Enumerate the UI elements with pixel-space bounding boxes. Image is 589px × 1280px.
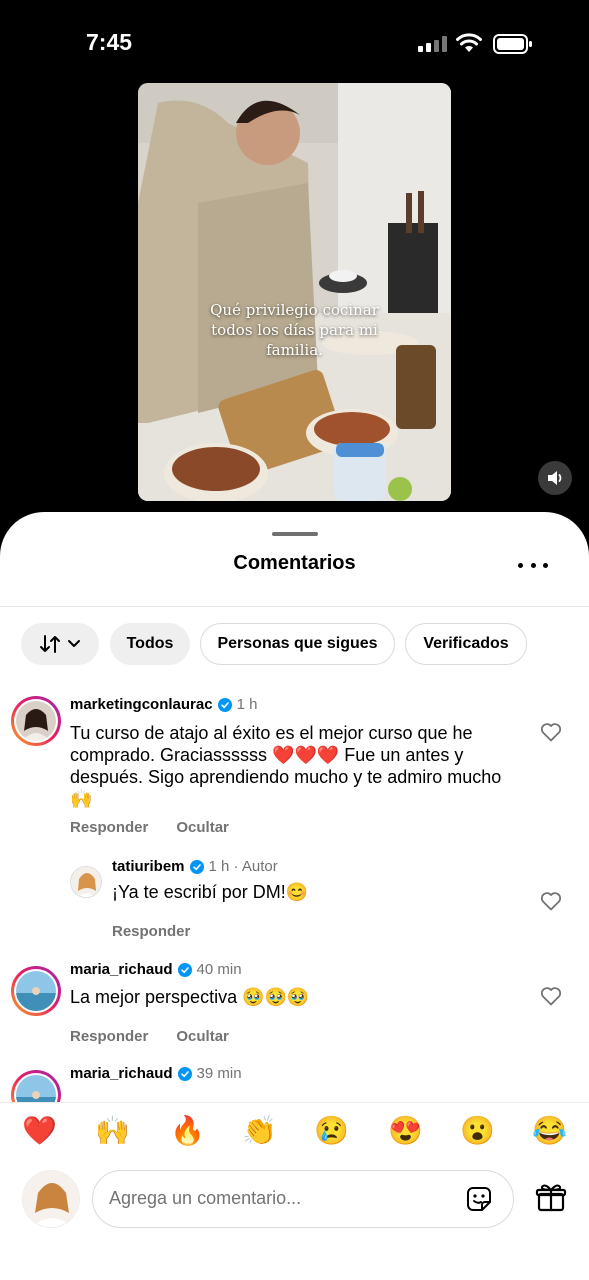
battery-icon (493, 34, 532, 54)
comment-item: maria_richaud 39 min (0, 1065, 589, 1102)
reply-button[interactable]: Responder (70, 819, 148, 836)
comment-reply-item: tatiuribem 1 h · Autor ¡Ya te escribí po… (0, 858, 589, 962)
chevron-down-icon (68, 640, 80, 647)
emoji-reaction-bar: ❤️ 🙌 🔥 👏 😢 😍 😮 😂 (0, 1102, 589, 1152)
comments-sheet: Comentarios Todos Personas que sigues Ve… (0, 512, 589, 1280)
sort-button[interactable] (21, 623, 99, 665)
verified-badge-icon (189, 859, 204, 874)
status-bar: 7:45 (0, 0, 589, 84)
more-options-button[interactable] (518, 554, 548, 576)
comment-item: marketingconlaurac 1 h Tu curso de atajo… (0, 692, 589, 862)
comment-input-container (92, 1170, 514, 1228)
comments-list: marketingconlaurac 1 h Tu curso de atajo… (0, 692, 589, 1102)
sheet-grabber[interactable] (272, 532, 318, 536)
reply-button[interactable]: Responder (70, 1028, 148, 1045)
avatar[interactable] (11, 1070, 61, 1102)
reaction-heart[interactable]: ❤️ (22, 1115, 57, 1147)
comment-item: maria_richaud 40 min La mejor perspectiv… (0, 961, 589, 1072)
comment-time: 40 min (196, 961, 242, 978)
comment-time: 39 min (196, 1065, 242, 1082)
hide-button[interactable]: Ocultar (176, 819, 229, 836)
mute-button[interactable] (538, 461, 572, 495)
gift-icon[interactable] (535, 1182, 567, 1214)
comment-filters: Todos Personas que sigues Verificados (0, 623, 589, 667)
speaker-muted-icon (548, 471, 562, 485)
comment-input[interactable] (109, 1171, 449, 1226)
reaction-heart-eyes[interactable]: 😍 (388, 1115, 423, 1147)
comment-time: 1 h · Autor (208, 858, 278, 875)
reaction-clap[interactable]: 👏 (242, 1115, 277, 1147)
reaction-crying[interactable]: 😢 (314, 1115, 349, 1147)
verified-badge-icon (217, 697, 232, 712)
comment-text: ¡Ya te escribí por DM!😊 (112, 882, 309, 902)
comment-time: 1 h (236, 696, 258, 713)
verified-badge-icon (177, 962, 192, 977)
wifi-icon (456, 33, 482, 52)
comment-username[interactable]: maria_richaud (70, 1065, 173, 1082)
comment-text: Tu curso de atajo al éxito es el mejor c… (70, 723, 502, 809)
filter-chip-verified[interactable]: Verificados (405, 623, 527, 665)
reel-video[interactable]: Qué privilegio cocinar todos los días pa… (138, 83, 451, 501)
cellular-signal-icon (418, 36, 448, 52)
avatar (22, 1170, 80, 1228)
sheet-title: Comentarios (233, 552, 356, 574)
video-caption: Qué privilegio cocinar todos los días pa… (210, 301, 379, 359)
avatar[interactable] (70, 866, 102, 898)
status-time: 7:45 (86, 29, 133, 55)
reply-button[interactable]: Responder (112, 923, 190, 940)
avatar[interactable] (11, 966, 61, 1016)
divider (0, 606, 589, 607)
reaction-fire[interactable]: 🔥 (170, 1115, 205, 1147)
comment-username[interactable]: maria_richaud (70, 961, 173, 978)
comment-username[interactable]: tatiuribem (112, 858, 185, 875)
heart-outline-icon[interactable] (540, 722, 562, 742)
verified-badge-icon (177, 1066, 192, 1081)
reaction-surprised[interactable]: 😮 (460, 1115, 495, 1147)
more-dots-icon (518, 562, 523, 568)
sticker-icon[interactable] (464, 1184, 494, 1214)
avatar[interactable] (11, 696, 61, 746)
heart-outline-icon[interactable] (540, 986, 562, 1006)
reaction-raised-hands[interactable]: 🙌 (95, 1115, 130, 1147)
filter-chip-todos[interactable]: Todos (110, 623, 190, 665)
heart-outline-icon[interactable] (540, 891, 562, 911)
hide-button[interactable]: Ocultar (176, 1028, 229, 1045)
comment-text: La mejor perspectiva 🥹🥹🥹 (70, 987, 310, 1007)
reaction-laughing[interactable]: 😂 (532, 1115, 567, 1147)
comment-composer (0, 1164, 589, 1244)
comment-username[interactable]: marketingconlaurac (70, 696, 213, 713)
filter-chip-following[interactable]: Personas que sigues (200, 623, 395, 665)
video-frame-image (138, 83, 451, 501)
sort-arrows-icon (40, 635, 60, 653)
